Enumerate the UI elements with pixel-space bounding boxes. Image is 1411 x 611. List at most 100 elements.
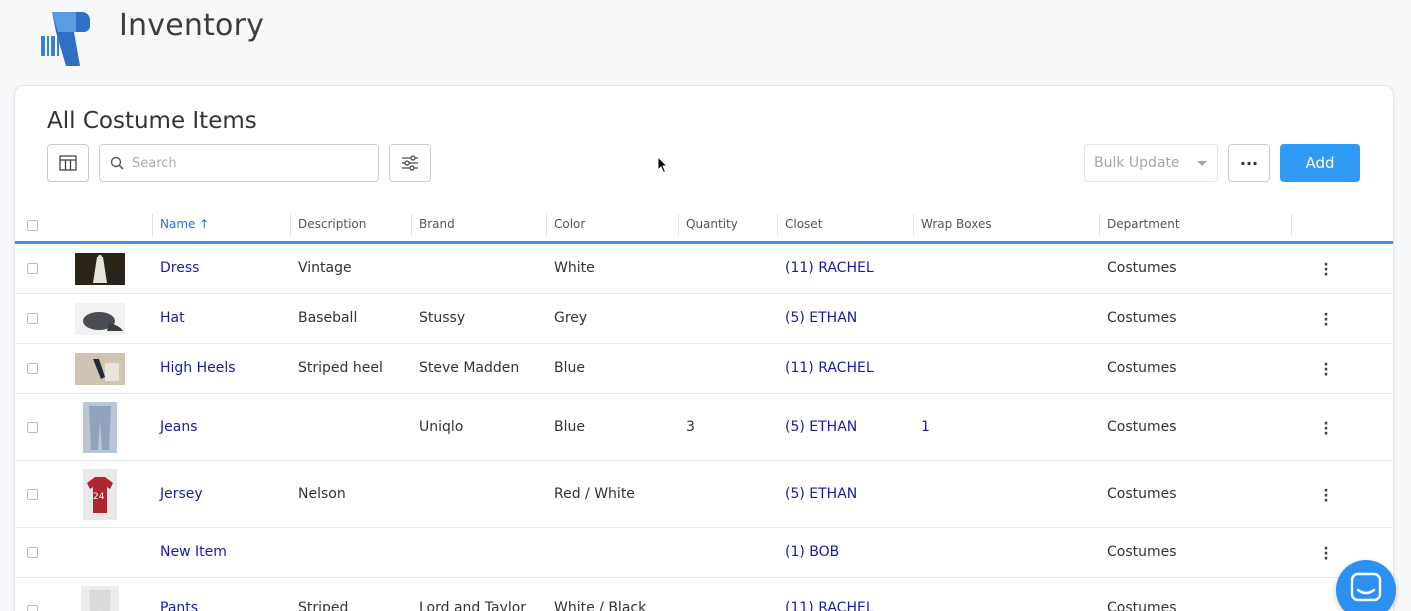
item-brand: Steve Madden [419, 360, 520, 376]
item-department: Costumes [1107, 260, 1177, 276]
item-thumbnail[interactable] [75, 303, 125, 335]
column-divider [290, 214, 291, 236]
table-row[interactable]: Hat Baseball Stussy Grey (5) ETHAN Costu… [15, 294, 1393, 344]
table-header: Name ↑ Description Brand Color Quantity … [15, 206, 1393, 244]
item-thumbnail[interactable] [83, 402, 117, 453]
column-divider [777, 214, 778, 236]
column-header-department[interactable]: Department [1107, 217, 1180, 231]
page-title: All Costume Items [47, 108, 257, 134]
table-row[interactable]: New Item (1) BOB Costumes · · · [15, 528, 1393, 578]
item-description: Vintage [298, 260, 352, 276]
table-columns-icon [59, 155, 77, 171]
item-name-link[interactable]: New Item [160, 544, 227, 560]
row-checkbox[interactable] [27, 489, 38, 500]
column-divider [546, 214, 547, 236]
sliders-icon [402, 155, 418, 171]
item-thumbnail[interactable] [75, 253, 125, 285]
item-color: Red / White [554, 486, 635, 502]
column-header-color[interactable]: Color [554, 217, 585, 231]
select-all-checkbox[interactable] [27, 220, 38, 231]
item-name-link[interactable]: Dress [160, 260, 199, 276]
item-closet-link[interactable]: (1) BOB [785, 544, 839, 560]
item-thumbnail[interactable] [75, 353, 125, 385]
item-description: Striped [298, 600, 349, 611]
item-name-link[interactable]: Pants [160, 600, 198, 611]
item-brand: Lord and Taylor [419, 600, 527, 611]
items-table: Name ↑ Description Brand Color Quantity … [15, 206, 1393, 611]
table-row[interactable]: Dress Vintage White (11) RACHEL Costumes… [15, 244, 1393, 294]
search-icon [110, 156, 124, 170]
caret-down-icon [1197, 161, 1207, 166]
app-header: Inventory [0, 0, 1411, 80]
item-brand: Stussy [419, 310, 466, 326]
item-department: Costumes [1107, 360, 1177, 376]
item-wrap-boxes-link[interactable]: 1 [921, 419, 930, 435]
item-thumbnail[interactable]: 24 [83, 469, 117, 520]
row-checkbox[interactable] [27, 263, 38, 274]
item-name-link[interactable]: Jersey [160, 486, 203, 502]
row-checkbox[interactable] [27, 422, 38, 433]
item-closet-link[interactable]: (5) ETHAN [785, 486, 857, 502]
item-closet-link[interactable]: (11) RACHEL [785, 260, 874, 276]
chat-bubble-icon [1350, 572, 1382, 602]
row-menu-icon[interactable]: · · · [1320, 358, 1332, 382]
table-row[interactable]: Jeans Uniqlo Blue 3 (5) ETHAN 1 Costumes… [15, 394, 1393, 461]
item-description: Baseball [298, 310, 358, 326]
item-department: Costumes [1107, 310, 1177, 326]
column-divider [913, 214, 914, 236]
column-header-wrap-boxes[interactable]: Wrap Boxes [921, 217, 992, 231]
row-menu-icon[interactable]: · · · [1320, 417, 1332, 441]
chat-launcher-button[interactable] [1336, 560, 1396, 611]
search-box[interactable] [99, 144, 379, 182]
bulk-update-label: Bulk Update [1094, 155, 1180, 171]
table-row[interactable]: Pants Striped Lord and Taylor White / Bl… [15, 578, 1393, 611]
table-row[interactable]: 24 Jersey Nelson Red / White (5) ETHAN C… [15, 461, 1393, 528]
more-options-button[interactable]: ··· [1228, 144, 1270, 182]
column-divider [1291, 214, 1292, 236]
add-button[interactable]: Add [1280, 144, 1360, 182]
barcode-scanner-icon [41, 12, 90, 66]
column-divider [152, 214, 153, 236]
item-color: Grey [554, 310, 588, 326]
item-closet-link[interactable]: (11) RACHEL [785, 360, 874, 376]
row-checkbox[interactable] [27, 363, 38, 374]
row-menu-icon[interactable]: · · · [1320, 308, 1332, 332]
row-checkbox[interactable] [27, 605, 38, 611]
column-divider [411, 214, 412, 236]
columns-button[interactable] [47, 144, 89, 182]
mouse-pointer-icon [657, 156, 669, 174]
row-menu-icon[interactable]: · · · [1320, 258, 1332, 282]
item-closet-link[interactable]: (11) RACHEL [785, 600, 874, 611]
inventory-card: All Costume Items Bulk Update ··· Add [14, 85, 1394, 611]
row-menu-icon[interactable]: · · · [1320, 542, 1332, 566]
item-description: Striped heel [298, 360, 383, 376]
bulk-update-select[interactable]: Bulk Update [1084, 144, 1218, 182]
item-department: Costumes [1107, 486, 1177, 502]
item-name-link[interactable]: Jeans [160, 419, 198, 435]
item-name-link[interactable]: Hat [160, 310, 185, 326]
row-checkbox[interactable] [27, 547, 38, 558]
item-department: Costumes [1107, 419, 1177, 435]
column-header-name[interactable]: Name ↑ [160, 217, 209, 231]
column-header-closet[interactable]: Closet [785, 217, 822, 231]
item-description: Nelson [298, 486, 346, 502]
row-checkbox[interactable] [27, 313, 38, 324]
item-quantity: 3 [686, 419, 695, 435]
search-input[interactable] [132, 155, 362, 171]
table-row[interactable]: High Heels Striped heel Steve Madden Blu… [15, 344, 1393, 394]
item-thumbnail[interactable] [81, 586, 119, 611]
column-divider [678, 214, 679, 236]
column-header-brand[interactable]: Brand [419, 217, 455, 231]
item-name-link[interactable]: High Heels [160, 360, 236, 376]
item-brand: Uniqlo [419, 419, 464, 435]
row-menu-icon[interactable]: · · · [1320, 484, 1332, 508]
column-header-quantity[interactable]: Quantity [686, 217, 738, 231]
column-header-description[interactable]: Description [298, 217, 366, 231]
filter-button[interactable] [389, 144, 431, 182]
item-color: Blue [554, 419, 585, 435]
item-closet-link[interactable]: (5) ETHAN [785, 419, 857, 435]
item-color: White [554, 260, 595, 276]
item-closet-link[interactable]: (5) ETHAN [785, 310, 857, 326]
sort-ascending-icon: ↑ [199, 217, 210, 231]
item-department: Costumes [1107, 544, 1177, 560]
